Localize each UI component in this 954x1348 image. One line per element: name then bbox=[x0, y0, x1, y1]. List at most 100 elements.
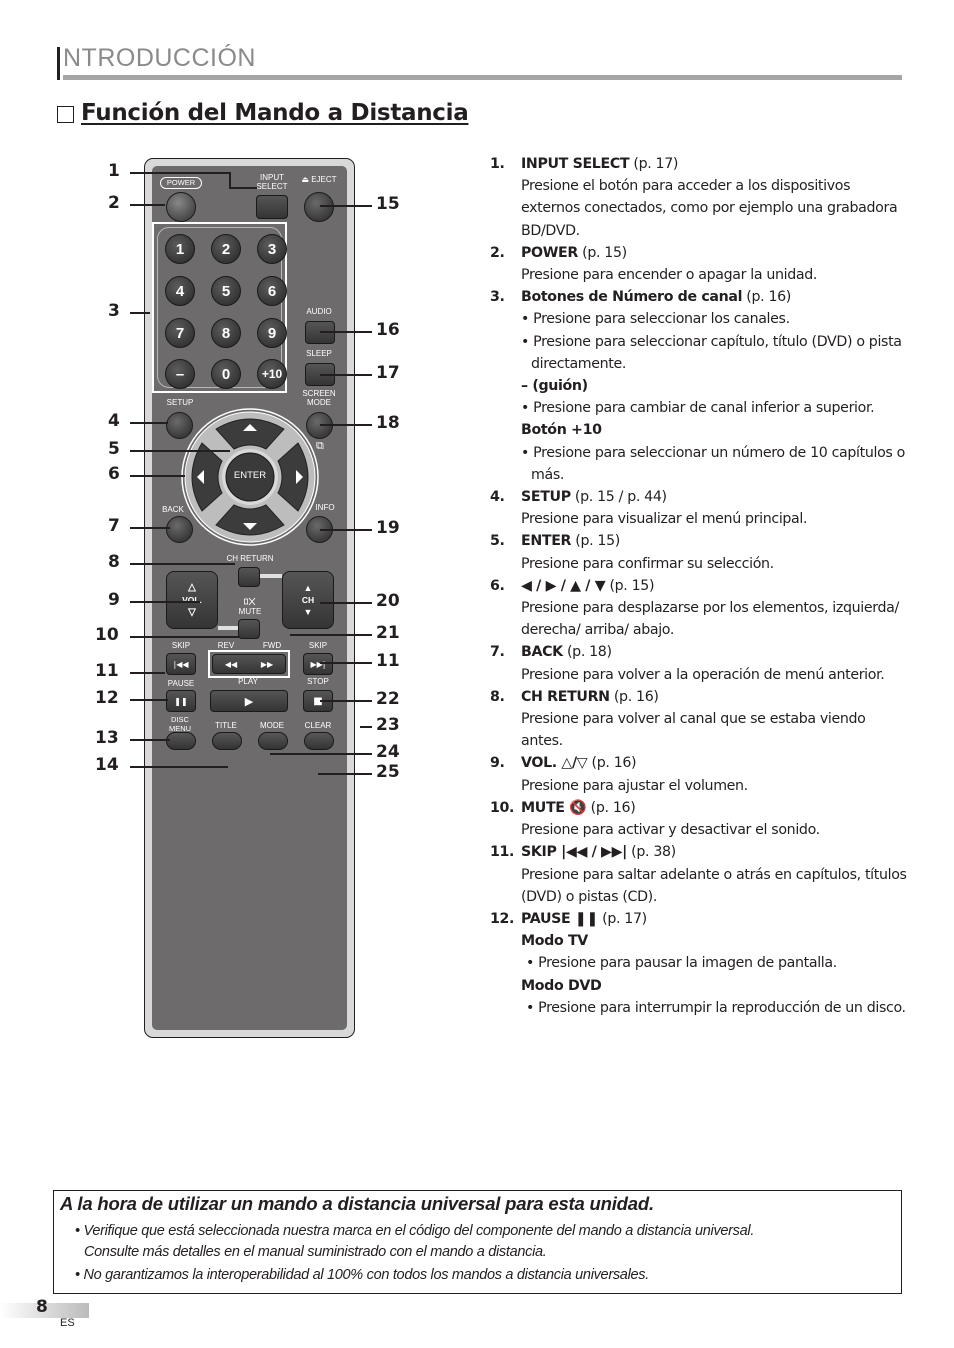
callout-number: 2 bbox=[108, 193, 120, 213]
number-button[interactable]: 2 bbox=[211, 234, 241, 264]
list-item: 8. CH RETURN (p. 16) Presione para volve… bbox=[490, 688, 866, 750]
callout-line bbox=[130, 450, 230, 452]
play-button[interactable]: ▶ bbox=[210, 690, 288, 712]
number-button[interactable]: 3 bbox=[257, 234, 287, 264]
callout-number: 3 bbox=[108, 301, 120, 321]
list-item: 9. VOL. △/▽ (p. 16) Presione para ajusta… bbox=[490, 755, 748, 794]
clear-label: CLEAR bbox=[304, 721, 332, 730]
list-item: 2. POWER (p. 15) Presione para encender … bbox=[490, 244, 818, 284]
number-button[interactable]: 7 bbox=[165, 318, 195, 348]
callout-line bbox=[318, 773, 372, 775]
callout-number: 22 bbox=[376, 689, 400, 709]
number-button[interactable]: – bbox=[165, 359, 195, 389]
note-bullet-continuation: Consulte más detalles en el manual sumin… bbox=[84, 1244, 547, 1260]
callout-line bbox=[320, 205, 372, 207]
clear-button[interactable] bbox=[304, 732, 334, 750]
callout-line bbox=[130, 312, 150, 314]
vol-up-icon[interactable]: △ bbox=[188, 582, 196, 593]
header-rule bbox=[63, 75, 902, 80]
callout-line bbox=[360, 726, 372, 728]
callout-line bbox=[229, 172, 231, 188]
vol-label: VOL. bbox=[182, 595, 202, 605]
input-select-label: INPUT SELECT bbox=[256, 173, 288, 191]
language-code: ES bbox=[60, 1317, 75, 1329]
rev-icon[interactable]: ◀◀ bbox=[225, 660, 237, 669]
play-label: PLAY bbox=[238, 677, 258, 686]
list-item: 11. SKIP |◀◀ / ▶▶| (p. 38) Presione para… bbox=[490, 844, 907, 905]
number-button[interactable]: 6 bbox=[257, 276, 287, 306]
callout-number: 11 bbox=[376, 651, 400, 671]
callout-number: 25 bbox=[376, 762, 400, 782]
button-descriptions: 1. INPUT SELECT (p. 17) Presione el botó… bbox=[490, 153, 910, 1019]
callout-number: 15 bbox=[376, 194, 400, 214]
mute-label: MUTE bbox=[238, 607, 262, 616]
page-title: Función del Mando a Distancia bbox=[81, 100, 469, 126]
callout-line bbox=[320, 700, 372, 702]
vol-rocker[interactable]: △ VOL. ▽ bbox=[166, 571, 218, 629]
number-button[interactable]: +10 bbox=[257, 359, 287, 389]
callout-line bbox=[130, 766, 228, 768]
callout-number: 4 bbox=[108, 411, 120, 431]
number-button[interactable]: 9 bbox=[257, 318, 287, 348]
callout-number: 8 bbox=[108, 552, 120, 572]
callout-line bbox=[130, 739, 170, 741]
list-item: 3. Botones de Número de canal (p. 16) • … bbox=[490, 289, 905, 483]
rev-fwd-rocker[interactable]: ◀◀ ▶▶ bbox=[212, 654, 286, 674]
callout-number: 21 bbox=[376, 623, 400, 643]
callout-number: 24 bbox=[376, 742, 400, 762]
disc-menu-label: DISC MENU bbox=[168, 715, 192, 733]
power-label: POWER bbox=[160, 177, 202, 189]
callout-line bbox=[270, 753, 372, 755]
callout-number: 20 bbox=[376, 591, 400, 611]
ch-return-button[interactable] bbox=[238, 567, 260, 587]
input-select-button[interactable] bbox=[256, 195, 288, 219]
callout-number: 9 bbox=[108, 590, 120, 610]
section-header: NTRODUCCIÓN bbox=[63, 44, 256, 72]
vol-down-icon[interactable]: ▽ bbox=[188, 607, 196, 618]
disc-menu-button[interactable] bbox=[166, 732, 196, 750]
list-item: 1. INPUT SELECT (p. 17) Presione el botó… bbox=[490, 156, 898, 239]
fwd-icon[interactable]: ▶▶ bbox=[261, 660, 273, 669]
mute-button[interactable] bbox=[238, 619, 260, 639]
pause-icon: ❚❚ bbox=[174, 696, 188, 706]
power-button[interactable] bbox=[166, 192, 196, 222]
mode-label: MODE bbox=[260, 721, 284, 730]
number-button[interactable]: 8 bbox=[211, 318, 241, 348]
mode-button[interactable] bbox=[258, 732, 288, 750]
audio-label: AUDIO bbox=[306, 307, 332, 316]
number-button[interactable]: 4 bbox=[165, 276, 195, 306]
callout-number: 16 bbox=[376, 320, 400, 340]
skip-prev-button[interactable]: |◀◀ bbox=[166, 653, 196, 675]
eject-button[interactable] bbox=[304, 192, 334, 222]
number-button[interactable]: 0 bbox=[211, 359, 241, 389]
callout-line bbox=[130, 527, 170, 529]
skip-next-button[interactable]: ▶▶| bbox=[303, 653, 333, 675]
stop-label: STOP bbox=[307, 677, 329, 686]
pause-label: PAUSE bbox=[167, 679, 195, 688]
note-title: A la hora de utilizar un mando a distanc… bbox=[60, 1193, 654, 1214]
callout-line bbox=[130, 672, 165, 674]
eject-label: ⏏ EJECT bbox=[301, 175, 337, 184]
number-button[interactable]: 5 bbox=[211, 276, 241, 306]
callout-line bbox=[320, 331, 372, 333]
callout-number: 18 bbox=[376, 413, 400, 433]
screen-mode-label: SCREEN MODE bbox=[302, 389, 336, 407]
title-button[interactable] bbox=[212, 732, 242, 750]
number-button[interactable]: 1 bbox=[165, 234, 195, 264]
callout-number: 13 bbox=[95, 728, 119, 748]
pause-button[interactable]: ❚❚ bbox=[166, 690, 196, 712]
ch-rocker[interactable]: ▲ CH ▼ bbox=[282, 571, 334, 629]
ch-down-icon[interactable]: ▼ bbox=[304, 607, 313, 617]
callout-number: 14 bbox=[95, 755, 119, 775]
mute-link bbox=[218, 626, 238, 630]
audio-button[interactable] bbox=[305, 321, 335, 344]
skip-next-icon: ▶▶| bbox=[310, 659, 326, 669]
callout-number: 10 bbox=[95, 625, 119, 645]
callout-number: 1 bbox=[108, 161, 120, 181]
ch-up-icon[interactable]: ▲ bbox=[304, 583, 313, 593]
callout-number: 17 bbox=[376, 363, 400, 383]
callout-line bbox=[130, 601, 200, 603]
callout-number: 5 bbox=[108, 439, 120, 459]
ch-label: CH bbox=[301, 595, 315, 605]
callout-line bbox=[320, 662, 372, 664]
